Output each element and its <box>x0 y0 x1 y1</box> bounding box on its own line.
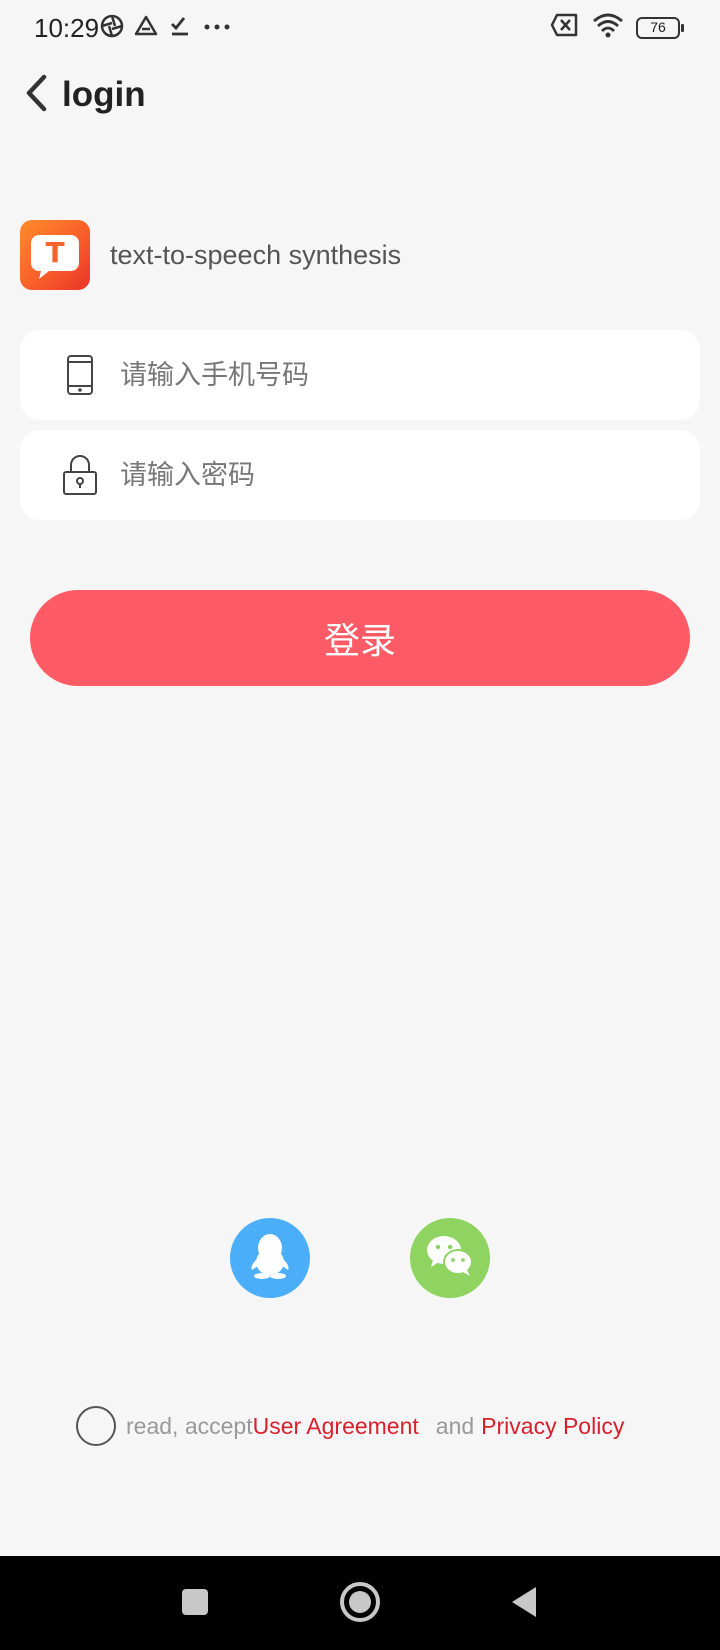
drive-icon <box>134 14 158 43</box>
app-name: text-to-speech synthesis <box>110 239 402 270</box>
aperture-icon <box>100 14 124 43</box>
home-button[interactable] <box>336 1580 384 1628</box>
checkmark-icon <box>168 14 192 43</box>
more-dots-icon <box>202 14 232 43</box>
status-time: 10:29 <box>34 13 100 43</box>
circle-icon <box>338 1580 382 1629</box>
status-icons-left <box>100 14 232 43</box>
user-agreement-link[interactable]: User Agreement <box>253 1413 419 1440</box>
phone-field-container <box>20 330 700 420</box>
agreement-conjunction: and <box>435 1412 475 1439</box>
page-title: login <box>62 75 146 114</box>
app-header: T text-to-speech synthesis <box>20 220 401 290</box>
app-logo-letter: T <box>45 236 64 269</box>
status-icons-right: 76 <box>550 12 684 43</box>
password-input[interactable] <box>120 459 660 491</box>
wechat-icon <box>425 1234 475 1283</box>
system-nav-bar <box>0 1556 720 1650</box>
recents-button[interactable] <box>171 1580 219 1628</box>
status-bar: 10:29 76 <box>0 0 720 56</box>
qq-penguin-icon <box>248 1232 292 1285</box>
no-sim-icon <box>550 12 580 43</box>
nav-bar: login <box>0 60 720 132</box>
agreement-row: read, accept User Agreement and Privacy … <box>76 1406 624 1446</box>
qq-login-button[interactable] <box>230 1218 310 1298</box>
chevron-left-icon <box>23 73 49 118</box>
agreement-checkbox[interactable] <box>76 1406 116 1446</box>
battery-icon: 76 <box>636 16 684 39</box>
triangle-back-icon <box>508 1584 540 1625</box>
login-button[interactable]: 登录 <box>30 590 690 686</box>
phone-input[interactable] <box>120 359 660 391</box>
back-button[interactable] <box>14 70 58 120</box>
password-field-container <box>20 430 700 520</box>
agreement-prefix: read, accept <box>126 1412 253 1439</box>
lock-icon <box>50 454 110 496</box>
phone-icon <box>50 354 110 396</box>
wechat-login-button[interactable] <box>410 1218 490 1298</box>
app-logo: T <box>20 220 90 290</box>
square-icon <box>180 1587 210 1622</box>
system-back-button[interactable] <box>500 1580 548 1628</box>
wifi-icon <box>592 12 624 43</box>
privacy-policy-link[interactable]: Privacy Policy <box>481 1413 624 1440</box>
